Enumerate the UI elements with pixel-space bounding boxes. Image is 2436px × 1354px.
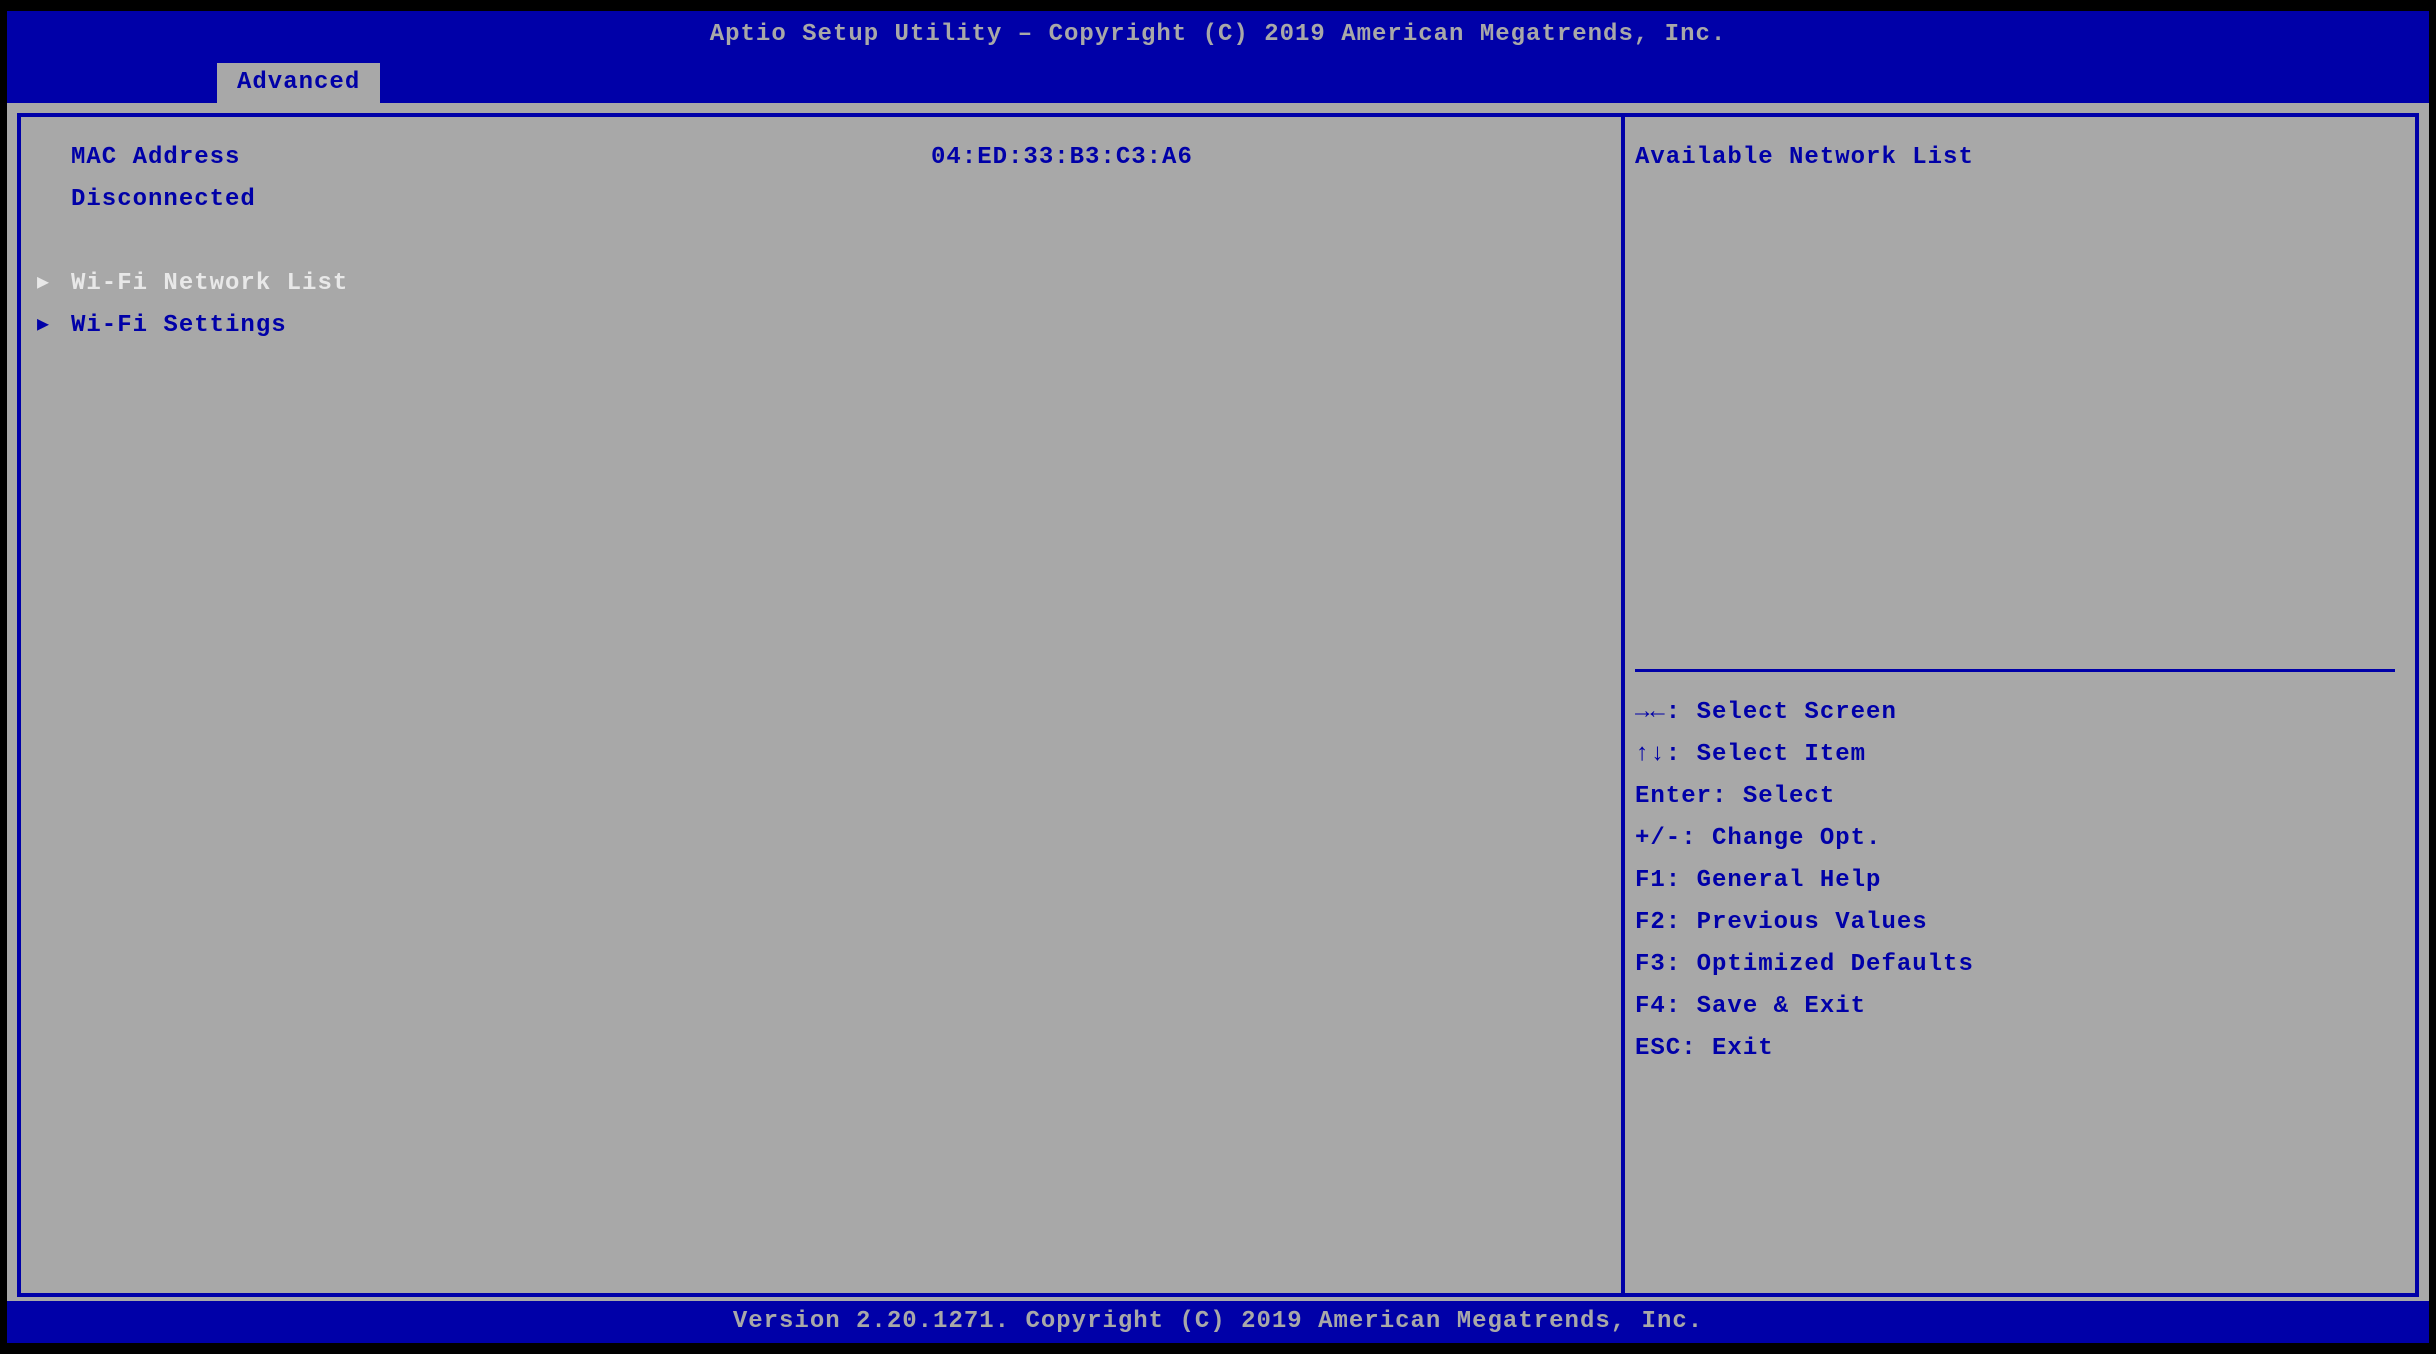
panel-container: MAC Address 04:ED:33:B3:C3:A6 Disconnect… bbox=[17, 113, 2419, 1297]
tab-row: Advanced bbox=[7, 59, 2429, 103]
title-text: Aptio Setup Utility – Copyright (C) 2019… bbox=[710, 21, 1727, 48]
mac-address-label: MAC Address bbox=[71, 137, 931, 179]
key-hint-f3: F3: Optimized Defaults bbox=[1635, 944, 2395, 986]
help-divider bbox=[1635, 669, 2395, 672]
footer-bar: Version 2.20.1271. Copyright (C) 2019 Am… bbox=[7, 1301, 2429, 1343]
connection-status: Disconnected bbox=[71, 179, 931, 221]
mac-address-value: 04:ED:33:B3:C3:A6 bbox=[931, 137, 1601, 179]
tab-label: Advanced bbox=[237, 69, 360, 96]
key-hint-select-screen: →←: Select Screen bbox=[1635, 692, 2395, 734]
key-hint-f4: F4: Save & Exit bbox=[1635, 986, 2395, 1028]
key-hint-enter: Enter: Select bbox=[1635, 776, 2395, 818]
menu-label: Wi-Fi Network List bbox=[71, 263, 348, 305]
menu-label: Wi-Fi Settings bbox=[71, 305, 287, 347]
left-panel: MAC Address 04:ED:33:B3:C3:A6 Disconnect… bbox=[21, 117, 1625, 1293]
help-title: Available Network List bbox=[1635, 137, 2395, 179]
mac-address-row: MAC Address 04:ED:33:B3:C3:A6 bbox=[31, 137, 1601, 179]
bios-screen: Aptio Setup Utility – Copyright (C) 2019… bbox=[3, 7, 2433, 1347]
menu-wifi-network-list[interactable]: ▶ Wi-Fi Network List bbox=[31, 263, 1601, 305]
footer-text: Version 2.20.1271. Copyright (C) 2019 Am… bbox=[733, 1308, 1703, 1335]
menu-wifi-settings[interactable]: ▶ Wi-Fi Settings bbox=[31, 305, 1601, 347]
key-hint-change-opt: +/-: Change Opt. bbox=[1635, 818, 2395, 860]
key-hint-f1: F1: General Help bbox=[1635, 860, 2395, 902]
tab-advanced[interactable]: Advanced bbox=[217, 63, 380, 103]
connection-status-row: Disconnected bbox=[31, 179, 1601, 221]
title-bar: Aptio Setup Utility – Copyright (C) 2019… bbox=[7, 11, 2429, 59]
main-area: MAC Address 04:ED:33:B3:C3:A6 Disconnect… bbox=[7, 103, 2429, 1301]
key-hint-select-item: ↑↓: Select Item bbox=[1635, 734, 2395, 776]
submenu-arrow-icon: ▶ bbox=[37, 263, 71, 305]
key-hint-f2: F2: Previous Values bbox=[1635, 902, 2395, 944]
right-panel: Available Network List →←: Select Screen… bbox=[1625, 117, 2415, 1293]
key-hint-esc: ESC: Exit bbox=[1635, 1028, 2395, 1070]
submenu-arrow-icon: ▶ bbox=[37, 305, 71, 347]
